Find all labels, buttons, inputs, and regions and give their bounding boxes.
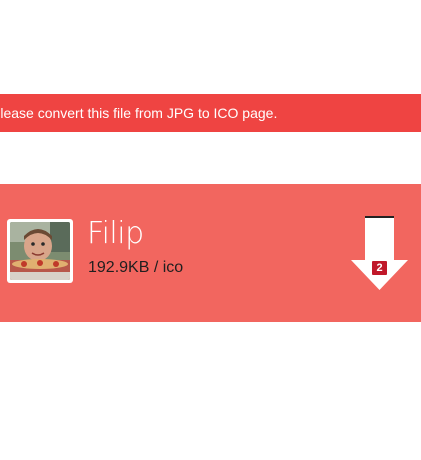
download-arrow-icon [351,216,408,290]
file-meta: 192.9KB / ico [88,259,184,276]
notice-bar: Please convert this file from JPG to ICO… [0,94,421,132]
notice-text: Please convert this file from JPG to ICO… [0,105,278,121]
file-name: Filip [87,216,144,251]
download-button[interactable]: 2 [351,216,409,292]
file-thumbnail[interactable] [7,219,73,283]
page: Please convert this file from JPG to ICO… [0,0,421,460]
download-count-badge: 2 [372,261,387,275]
photo-thumbnail-icon [10,222,70,280]
